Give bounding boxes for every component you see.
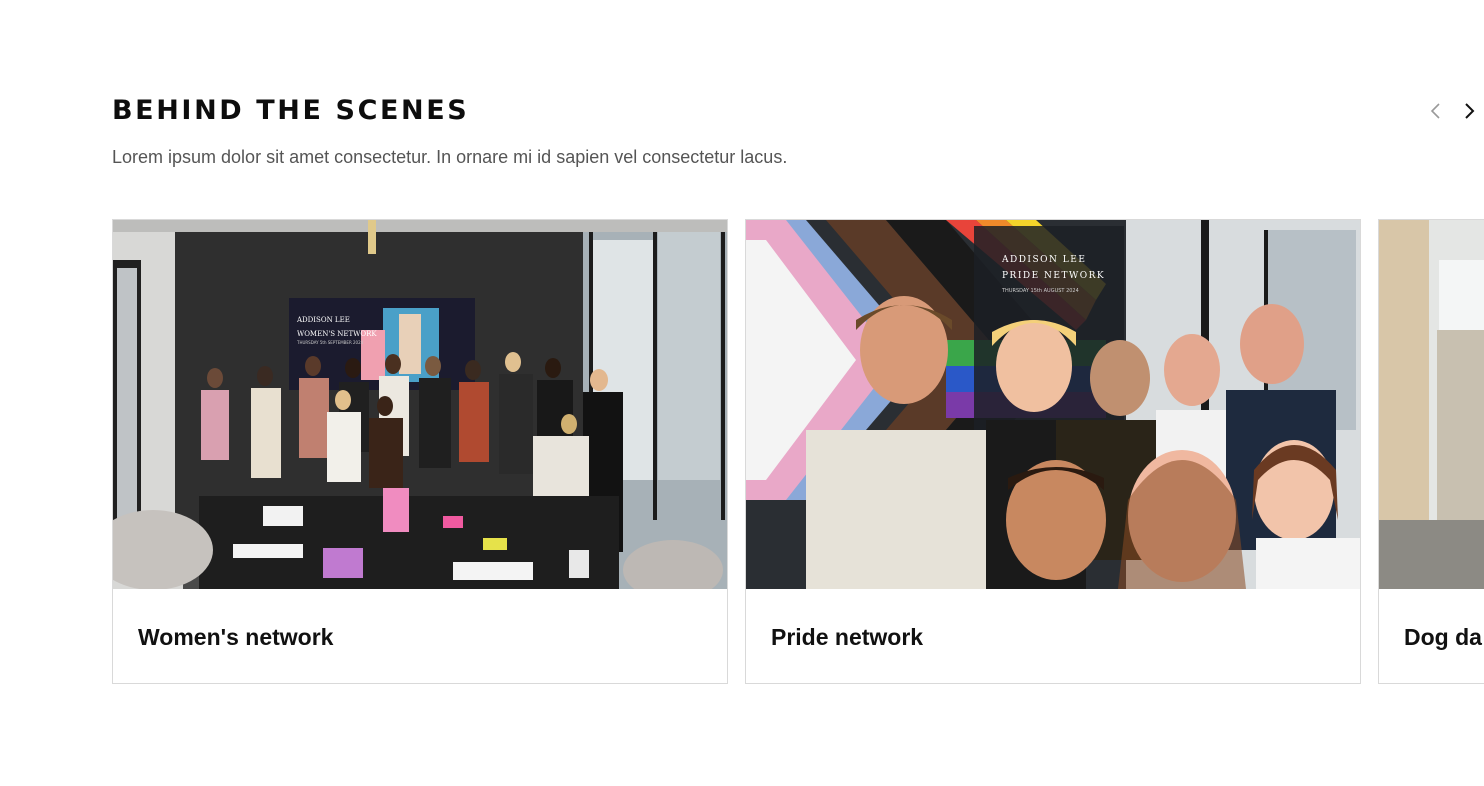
screen-text-line-2: PRIDE NETWORK	[1002, 271, 1105, 281]
screen-text-line-2: WOMEN'S NETWORK	[297, 330, 377, 338]
card-title: Pride network	[771, 624, 924, 650]
screen-text-line-1: ADDISON LEE	[1001, 255, 1086, 265]
card-pride-network[interactable]: ADDISON LEE PRIDE NETWORK THURSDAY 15th …	[745, 219, 1361, 684]
section-title: BEHIND THE SCENES	[112, 95, 470, 126]
card-image-dog-day	[1379, 220, 1484, 589]
chevron-right-icon	[1465, 103, 1475, 119]
screen-text-line-3: THURSDAY 15th AUGUST 2024	[1001, 288, 1079, 294]
card-dog-day[interactable]: Dog da	[1378, 219, 1484, 684]
screen-text-line-1: ADDISON LEE	[296, 316, 350, 324]
card-image-pride-network: ADDISON LEE PRIDE NETWORK THURSDAY 15th …	[746, 220, 1360, 589]
carousel-prev-button[interactable]	[1423, 98, 1449, 124]
card-image-womens-network: ADDISON LEE WOMEN'S NETWORK THURSDAY 5th…	[113, 220, 727, 589]
screen-text-line-3: THURSDAY 5th SEPTEMBER 2024	[296, 340, 364, 345]
carousel-next-button[interactable]	[1456, 98, 1482, 124]
behind-the-scenes-section: BEHIND THE SCENES Lorem ipsum dolor sit …	[0, 0, 1484, 786]
section-subtitle: Lorem ipsum dolor sit amet consectetur. …	[112, 147, 788, 167]
carousel-track: ADDISON LEE WOMEN'S NETWORK THURSDAY 5th…	[112, 219, 1484, 684]
card-womens-network[interactable]: ADDISON LEE WOMEN'S NETWORK THURSDAY 5th…	[112, 219, 728, 684]
card-title: Women's network	[138, 624, 334, 650]
card-title: Dog da	[1404, 624, 1482, 650]
chevron-left-icon	[1430, 103, 1440, 119]
